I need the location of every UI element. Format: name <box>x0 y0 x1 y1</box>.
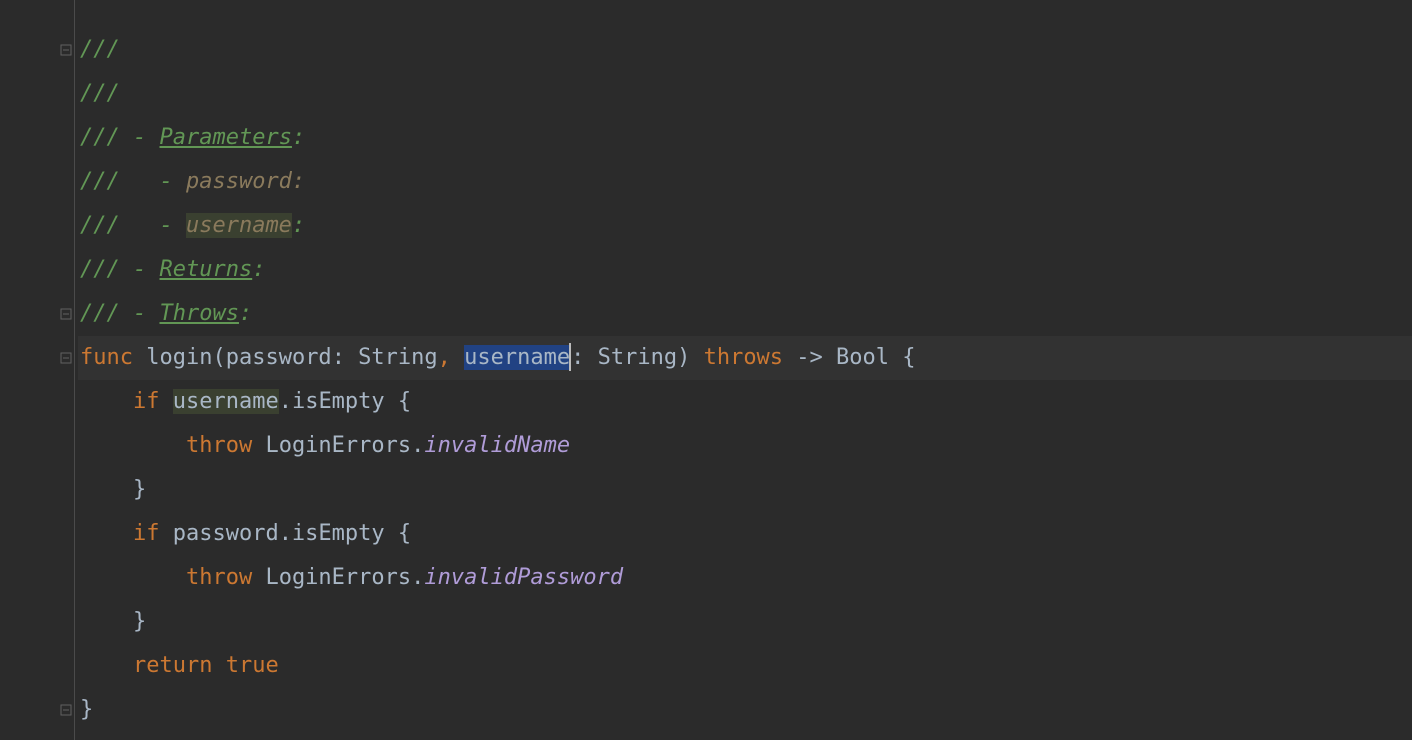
code-line[interactable]: /// - password: <box>78 160 1412 204</box>
code-line[interactable]: /// <box>78 28 1412 72</box>
code-line[interactable]: } <box>78 688 1412 732</box>
code-line[interactable]: throw LoginErrors.invalidPassword <box>78 556 1412 600</box>
code-token: : String) <box>571 345 703 370</box>
code-token: /// - <box>80 169 186 194</box>
code-line[interactable]: /// <box>78 72 1412 116</box>
code-token <box>212 653 225 678</box>
code-token: password <box>226 345 332 370</box>
code-token: throw <box>186 433 252 458</box>
fold-icon[interactable] <box>58 42 74 58</box>
code-token: /// <box>80 37 120 62</box>
code-token <box>80 389 133 414</box>
code-token: LoginErrors. <box>252 565 424 590</box>
code-token: throws <box>704 345 783 370</box>
code-token: invalidName <box>424 433 570 458</box>
code-token: func <box>80 345 133 370</box>
code-token <box>159 389 172 414</box>
code-line[interactable]: /// - Throws: <box>78 292 1412 336</box>
code-token: if <box>133 389 160 414</box>
code-token: : String <box>332 345 438 370</box>
gutter-divider <box>74 0 75 740</box>
code-token: : <box>252 257 265 282</box>
code-token: username <box>173 389 279 414</box>
code-token: ( <box>212 345 225 370</box>
code-token: : <box>239 301 252 326</box>
code-line[interactable]: } <box>78 600 1412 644</box>
code-token: , <box>438 345 465 370</box>
gutter <box>0 0 78 740</box>
code-token: /// - <box>80 257 159 282</box>
code-token: throw <box>186 565 252 590</box>
code-token: Returns <box>159 257 252 282</box>
code-token: password: <box>186 169 305 194</box>
code-token: login <box>146 345 212 370</box>
code-token: password.isEmpty { <box>159 521 411 546</box>
code-token: if <box>133 521 160 546</box>
fold-icon[interactable] <box>58 350 74 366</box>
code-line[interactable]: /// - Parameters: <box>78 116 1412 160</box>
fold-icon[interactable] <box>58 702 74 718</box>
code-token <box>133 345 146 370</box>
code-token: : <box>292 213 305 238</box>
code-token <box>80 565 186 590</box>
code-line[interactable]: throw LoginErrors.invalidName <box>78 424 1412 468</box>
code-editor[interactable]: ///////// - Parameters:/// - password://… <box>0 0 1412 740</box>
code-line[interactable]: /// - username: <box>78 204 1412 248</box>
code-token <box>80 433 186 458</box>
fold-icon[interactable] <box>58 306 74 322</box>
code-token: Throws <box>159 301 238 326</box>
code-token <box>80 653 133 678</box>
code-token: : <box>292 125 305 150</box>
code-token <box>80 521 133 546</box>
code-token: return <box>133 653 212 678</box>
code-token: invalidPassword <box>424 565 623 590</box>
code-token: .isEmpty { <box>279 389 411 414</box>
code-token: Parameters <box>159 125 291 150</box>
code-line[interactable]: /// - Returns: <box>78 248 1412 292</box>
code-line[interactable]: return true <box>78 644 1412 688</box>
code-line[interactable]: if username.isEmpty { <box>78 380 1412 424</box>
code-token: } <box>80 609 146 634</box>
code-token: LoginErrors. <box>252 433 424 458</box>
code-area[interactable]: ///////// - Parameters:/// - password://… <box>78 0 1412 740</box>
code-token: -> Bool { <box>783 345 915 370</box>
code-token: username <box>186 213 292 238</box>
code-token: true <box>226 653 279 678</box>
code-token: } <box>80 697 93 722</box>
code-token: /// - <box>80 301 159 326</box>
code-line[interactable]: func login(password: String, username: S… <box>78 336 1412 380</box>
code-line[interactable]: if password.isEmpty { <box>78 512 1412 556</box>
code-token: username <box>464 345 570 370</box>
code-token: } <box>80 477 146 502</box>
code-token: /// - <box>80 213 186 238</box>
code-token: /// <box>80 81 120 106</box>
code-line[interactable]: } <box>78 468 1412 512</box>
code-token: /// - <box>80 125 159 150</box>
